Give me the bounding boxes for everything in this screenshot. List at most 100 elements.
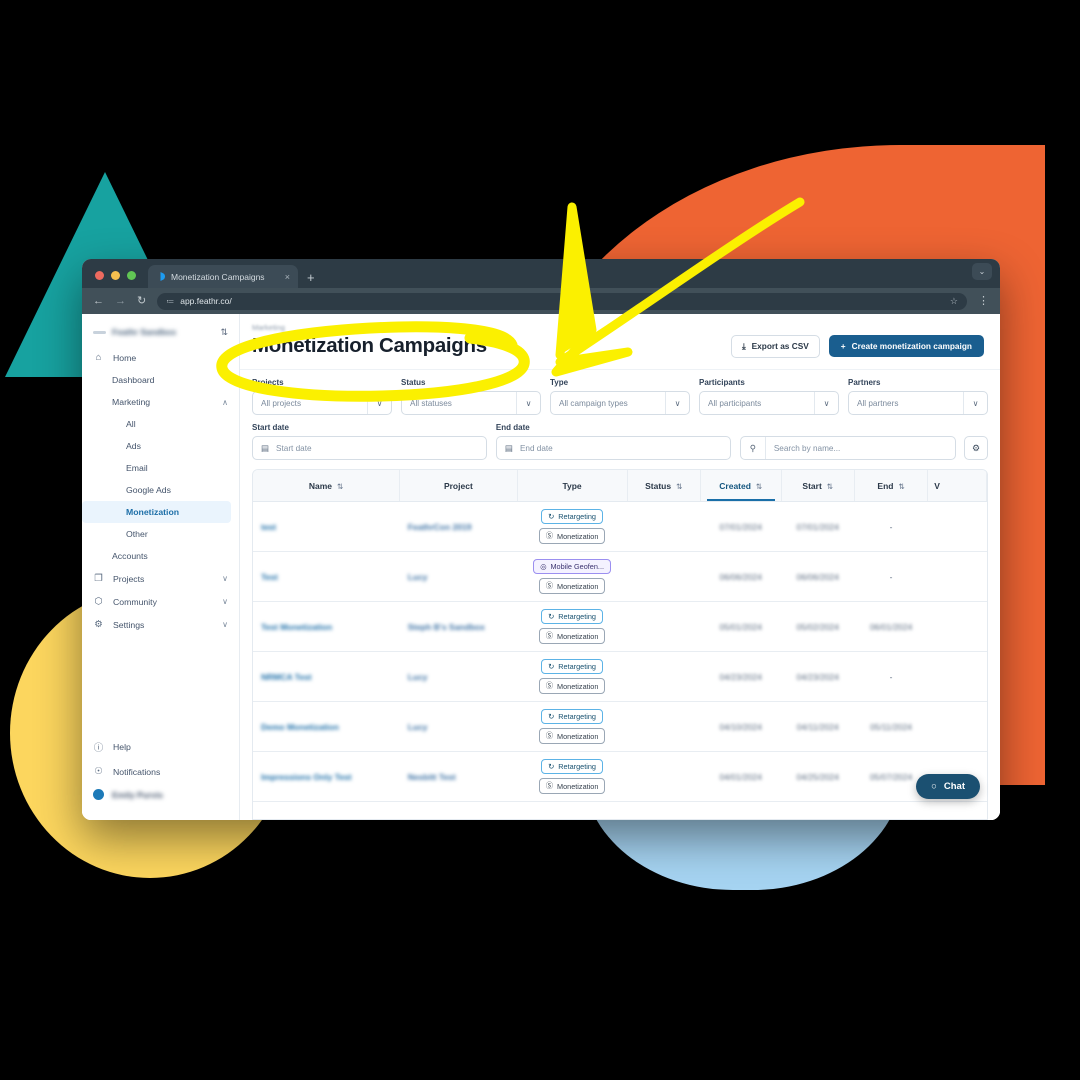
table-row[interactable]: Demo Monetization Lucy ↻ Retargeting Ⓢ Moneti… — [253, 701, 987, 752]
table-row[interactable]: Test Lucy ◎ Mobile Geofen... Ⓢ Monetization 06… — [253, 551, 987, 602]
sidebar-item-help[interactable]: ⓘ Help — [82, 734, 239, 760]
table-row[interactable]: NRMCA Test Lucy ↻ Retargeting Ⓢ Monetization 0… — [253, 651, 987, 702]
project-link[interactable]: Lucy — [399, 551, 518, 602]
type-chip: ↻ Retargeting — [541, 709, 603, 724]
close-window-button[interactable] — [95, 271, 104, 280]
campaign-name-link[interactable]: NRMCA Test — [253, 651, 400, 702]
sidebar-item-marketing[interactable]: Marketing ∧ — [82, 391, 239, 413]
column-header-status[interactable]: Status ⇅ — [627, 470, 701, 502]
table-row[interactable]: Impressions Only Test Nesbitt Test ↻ Retarg… — [253, 751, 987, 802]
start-date-placeholder: Start date — [276, 443, 312, 453]
account-switcher[interactable]: Feathr Sandbox ⇅ — [82, 324, 239, 346]
account-switch-icon[interactable]: ⇅ — [220, 327, 228, 337]
sidebar-item-notifications[interactable]: ☉ Notifications — [82, 760, 239, 783]
sidebar-item-ads[interactable]: Ads — [82, 435, 239, 457]
column-header-truncated[interactable]: V — [927, 470, 987, 502]
campaign-name-link[interactable]: Test — [253, 551, 400, 602]
partners-select[interactable]: All partners ∨ — [848, 391, 988, 415]
minimize-window-button[interactable] — [111, 271, 120, 280]
type-select[interactable]: All campaign types ∨ — [550, 391, 690, 415]
created-date: 05/01/2024 — [700, 601, 782, 652]
sidebar-item-projects[interactable]: ❐ Projects ∨ — [82, 567, 239, 590]
breadcrumb[interactable]: Marketing — [252, 323, 984, 332]
application-body: Feathr Sandbox ⇅ ⌂ Home ∧ Dashboard Mark… — [82, 314, 1000, 820]
campaign-type-cell: ◎ Mobile Geofen... Ⓢ Monetization — [517, 551, 628, 602]
sidebar-item-settings[interactable]: ⚙ Settings ∨ — [82, 613, 239, 636]
project-link[interactable]: Lucy — [399, 651, 518, 702]
bookmark-star-icon[interactable]: ☆ — [950, 296, 958, 307]
filter-label: Projects — [252, 378, 284, 387]
truncated-cell — [927, 651, 987, 702]
site-settings-icon[interactable]: ≔ — [166, 297, 174, 306]
projects-select[interactable]: All projects ∨ — [252, 391, 392, 415]
column-header-type[interactable]: Type — [517, 470, 628, 502]
new-tab-button[interactable]: + — [307, 271, 315, 284]
column-header-name[interactable]: Name ⇅ — [253, 470, 401, 502]
sidebar-item-home[interactable]: ⌂ Home ∧ — [82, 346, 239, 369]
chevron-down-icon[interactable]: ∨ — [222, 597, 228, 606]
sidebar-item-monetization[interactable]: Monetization — [82, 501, 231, 523]
back-icon[interactable]: ← — [93, 295, 104, 307]
export-csv-label: Export as CSV — [751, 341, 809, 351]
project-link[interactable]: Nesbitt Test — [399, 751, 518, 802]
campaign-status-cell — [627, 551, 701, 602]
sidebar-user[interactable]: Emily Purvis — [82, 783, 239, 806]
table-settings-button[interactable]: ⚙ — [964, 436, 988, 460]
sidebar-item-dashboard[interactable]: Dashboard — [82, 369, 239, 391]
end-date-input[interactable]: ▤ End date — [495, 436, 731, 460]
project-link[interactable]: Lucy — [399, 701, 518, 752]
sort-icon[interactable]: ⇅ — [756, 482, 762, 491]
browser-tab[interactable]: Monetization Campaigns × — [148, 265, 298, 288]
project-link[interactable]: Steph B's Sandbox — [399, 601, 518, 652]
retarget-icon: ↻ — [548, 762, 555, 771]
chat-widget-button[interactable]: ○ Chat — [916, 774, 980, 799]
column-header-end[interactable]: End ⇅ — [854, 470, 929, 502]
close-tab-icon[interactable]: × — [285, 272, 290, 282]
campaign-name-link[interactable]: Demo Monetization — [253, 701, 400, 752]
search-input[interactable]: ⚲ Search by name... — [739, 436, 956, 460]
address-bar[interactable]: ≔ app.feathr.co/ ☆ — [157, 292, 967, 310]
participants-select[interactable]: All participants ∨ — [699, 391, 839, 415]
column-header-start[interactable]: Start ⇅ — [781, 470, 855, 502]
end-date: - — [854, 551, 928, 602]
project-link[interactable]: FeathrCon 2019 — [399, 501, 518, 552]
column-header-created[interactable]: Created ⇅ — [700, 470, 782, 502]
tab-list-chevron-icon[interactable]: ⌄ — [972, 263, 992, 280]
campaign-name-link[interactable]: Test Monetization — [253, 601, 400, 652]
sidebar-item-community[interactable]: ⬡ Community ∨ — [82, 590, 239, 613]
truncated-cell — [927, 701, 987, 752]
forward-icon[interactable]: → — [115, 295, 126, 307]
maximize-window-button[interactable] — [127, 271, 136, 280]
sidebar-item-accounts[interactable]: Accounts — [82, 545, 239, 567]
campaign-status-cell — [627, 751, 701, 802]
search-icon[interactable]: ⚲ — [741, 437, 766, 459]
sidebar-item-all[interactable]: All — [82, 413, 239, 435]
create-campaign-button[interactable]: + Create monetization campaign — [828, 335, 984, 357]
chevron-down-icon[interactable]: ∨ — [222, 620, 228, 629]
chevron-up-icon[interactable]: ∧ — [222, 398, 228, 407]
sidebar-item-google-ads[interactable]: Google Ads — [82, 479, 239, 501]
campaign-name-link[interactable]: Impressions Only Test — [253, 751, 400, 802]
end-date: - — [854, 651, 928, 702]
column-header-project[interactable]: Project — [399, 470, 518, 502]
start-date: 04/25/2024 — [781, 751, 855, 802]
start-date-input[interactable]: ▤ Start date — [252, 436, 487, 460]
sidebar-item-email[interactable]: Email — [82, 457, 239, 479]
reload-icon[interactable]: ↻ — [137, 295, 146, 307]
table-row[interactable]: Test Monetization Steph B's Sandbox ↻ Retar… — [253, 601, 987, 652]
sidebar-item-other[interactable]: Other — [82, 523, 239, 545]
sort-icon[interactable]: ⇅ — [337, 482, 343, 491]
create-campaign-label: Create monetization campaign — [851, 341, 972, 351]
sidebar-item-label: Marketing — [112, 397, 151, 407]
export-csv-button[interactable]: ⤓ Export as CSV — [730, 334, 820, 358]
brand-logo-icon — [93, 330, 106, 334]
status-select[interactable]: All statuses ∨ — [401, 391, 541, 415]
sort-icon[interactable]: ⇅ — [827, 482, 833, 491]
chevron-up-icon[interactable]: ∧ — [222, 353, 228, 362]
chevron-down-icon[interactable]: ∨ — [222, 574, 228, 583]
sort-icon[interactable]: ⇅ — [676, 482, 682, 491]
browser-menu-icon[interactable]: ⋮ — [978, 295, 989, 306]
campaign-name-link[interactable]: test — [253, 501, 400, 552]
table-row[interactable]: test FeathrCon 2019 ↻ Retargeting Ⓢ Monetizat… — [253, 501, 987, 552]
sort-icon[interactable]: ⇅ — [898, 482, 904, 491]
